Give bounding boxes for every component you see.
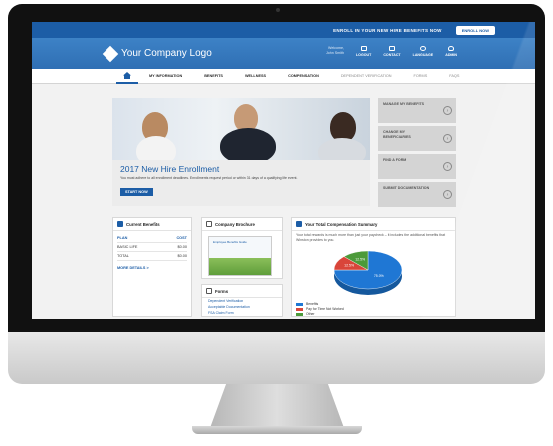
envelope-icon [388, 46, 395, 51]
table-header: PLAN COST [117, 234, 187, 243]
nav-my-information[interactable]: MY INFORMATION [138, 74, 193, 78]
welcome-message: Welcome, John Smith [325, 46, 344, 55]
forms-title: Forms [215, 288, 229, 294]
compensation-title: Your Total Compensation Summary [305, 221, 378, 227]
company-logo[interactable]: Your Company Logo [102, 45, 212, 63]
enroll-banner-text: ENROLL IN YOUR NEW HIRE BENEFITS NOW [333, 27, 442, 33]
monitor-stand [210, 384, 344, 428]
chevron-right-icon: › [443, 106, 452, 115]
admin-link[interactable]: ADMIN [445, 46, 457, 57]
submit-documentation-link[interactable]: SUBMIT DOCUMENTATION › [378, 182, 456, 207]
chevron-right-icon: › [443, 190, 452, 199]
contact-link[interactable]: CONTACT [383, 46, 401, 57]
hero-photo [112, 98, 370, 160]
hero-title: 2017 New Hire Enrollment [120, 164, 220, 174]
nav-faqs[interactable]: FAQS [438, 74, 470, 78]
table-row: BASIC LIFE $0.00 [117, 243, 187, 252]
compensation-summary-card: Your Total Compensation Summary Your tot… [291, 217, 456, 317]
hero-banner: 2017 New Hire Enrollment You must adhere… [112, 98, 370, 206]
header-links: Welcome, John Smith LOGOUT CONTACT LANGU… [326, 46, 457, 57]
legend-swatch-pay-time-not-worked [296, 307, 303, 311]
hero-text: You must adhere to all enrollment deadli… [120, 176, 298, 180]
logout-link[interactable]: LOGOUT [356, 46, 371, 57]
nav-forms[interactable]: FORMS [403, 74, 439, 78]
legend-swatch-other [296, 312, 303, 316]
legend-item: Other [296, 312, 344, 316]
more-details-link[interactable]: MORE DETAILS > [113, 264, 191, 272]
nav-benefits[interactable]: BENEFITS [193, 74, 234, 78]
forms-card: Forms Dependent Verification Acceptable … [201, 284, 283, 317]
benefits-table: PLAN COST BASIC LIFE $0.00 TOTAL $0.00 [113, 231, 191, 264]
main-nav: MY INFORMATION BENEFITS WELLNESS COMPENS… [32, 69, 535, 84]
form-link-fsa-claim[interactable]: FSA Claim Form [202, 310, 282, 316]
quick-links: MANAGE MY BENEFITS › CHANGE MY BENEFICIA… [378, 98, 456, 210]
manage-benefits-link[interactable]: MANAGE MY BENEFITS › [378, 98, 456, 123]
compensation-description: Your total rewards is much more than jus… [296, 233, 446, 242]
pie-slice-label: 12.5% [355, 257, 365, 261]
find-form-link[interactable]: FIND A FORM › [378, 154, 456, 179]
company-brochure-card: Company Brochure Employee Benefits Guide [201, 217, 283, 279]
start-now-button[interactable]: START NOW [120, 188, 153, 196]
home-tab[interactable] [116, 69, 138, 84]
legend-item: Benefits [296, 302, 344, 306]
nav-wellness[interactable]: WELLNESS [234, 74, 277, 78]
bar-chart-icon [296, 221, 302, 227]
current-benefits-card: Current Benefits PLAN COST BASIC LIFE $0… [112, 217, 192, 317]
home-icon [123, 71, 131, 79]
chevron-right-icon: › [443, 134, 452, 143]
site-header: Your Company Logo Welcome, John Smith LO… [32, 38, 535, 69]
document-icon [206, 221, 212, 227]
enroll-now-button[interactable]: ENROLL NOW [455, 25, 495, 35]
pie-slice-label: 75.0% [374, 274, 384, 278]
pie-slice-label: 12.5% [344, 264, 354, 268]
legend-swatch-benefits [296, 302, 303, 306]
monitor-base [192, 426, 362, 434]
chart-legend: Benefits Pay for Time Not Worked Other [296, 302, 344, 317]
user-icon [448, 46, 455, 51]
language-link[interactable]: LANGUAGE [413, 46, 433, 57]
monitor-chin [8, 332, 545, 384]
logout-icon [360, 46, 367, 51]
chevron-right-icon: › [443, 162, 452, 171]
nav-dependent-verification[interactable]: DEPENDENT VERIFICATION [330, 74, 403, 78]
legend-item: Pay for Time Not Worked [296, 307, 344, 311]
change-beneficiaries-link[interactable]: CHANGE MY BENEFICIARIES › [378, 126, 456, 151]
logo-text: Your Company Logo [121, 48, 212, 59]
brochure-thumbnail[interactable]: Employee Benefits Guide [208, 236, 272, 276]
logo-icon [102, 45, 119, 63]
hero-body: 2017 New Hire Enrollment You must adhere… [112, 160, 370, 206]
brochure-cover-title: Employee Benefits Guide [213, 240, 247, 244]
benefits-icon [117, 221, 123, 227]
camera-icon [276, 8, 280, 12]
forms-icon [206, 288, 212, 294]
monitor-bezel: ENROLL IN YOUR NEW HIRE BENEFITS NOW ENR… [8, 4, 545, 359]
table-row: TOTAL $0.00 [117, 252, 187, 261]
nav-compensation[interactable]: COMPENSATION [277, 74, 330, 78]
compensation-pie-chart: 75.0% 12.5%12.5% [333, 250, 403, 295]
current-benefits-title: Current Benefits [126, 221, 160, 227]
screen: ENROLL IN YOUR NEW HIRE BENEFITS NOW ENR… [32, 22, 535, 319]
globe-icon [419, 46, 426, 51]
brochure-title: Company Brochure [215, 221, 255, 227]
enroll-banner: ENROLL IN YOUR NEW HIRE BENEFITS NOW ENR… [32, 22, 535, 38]
